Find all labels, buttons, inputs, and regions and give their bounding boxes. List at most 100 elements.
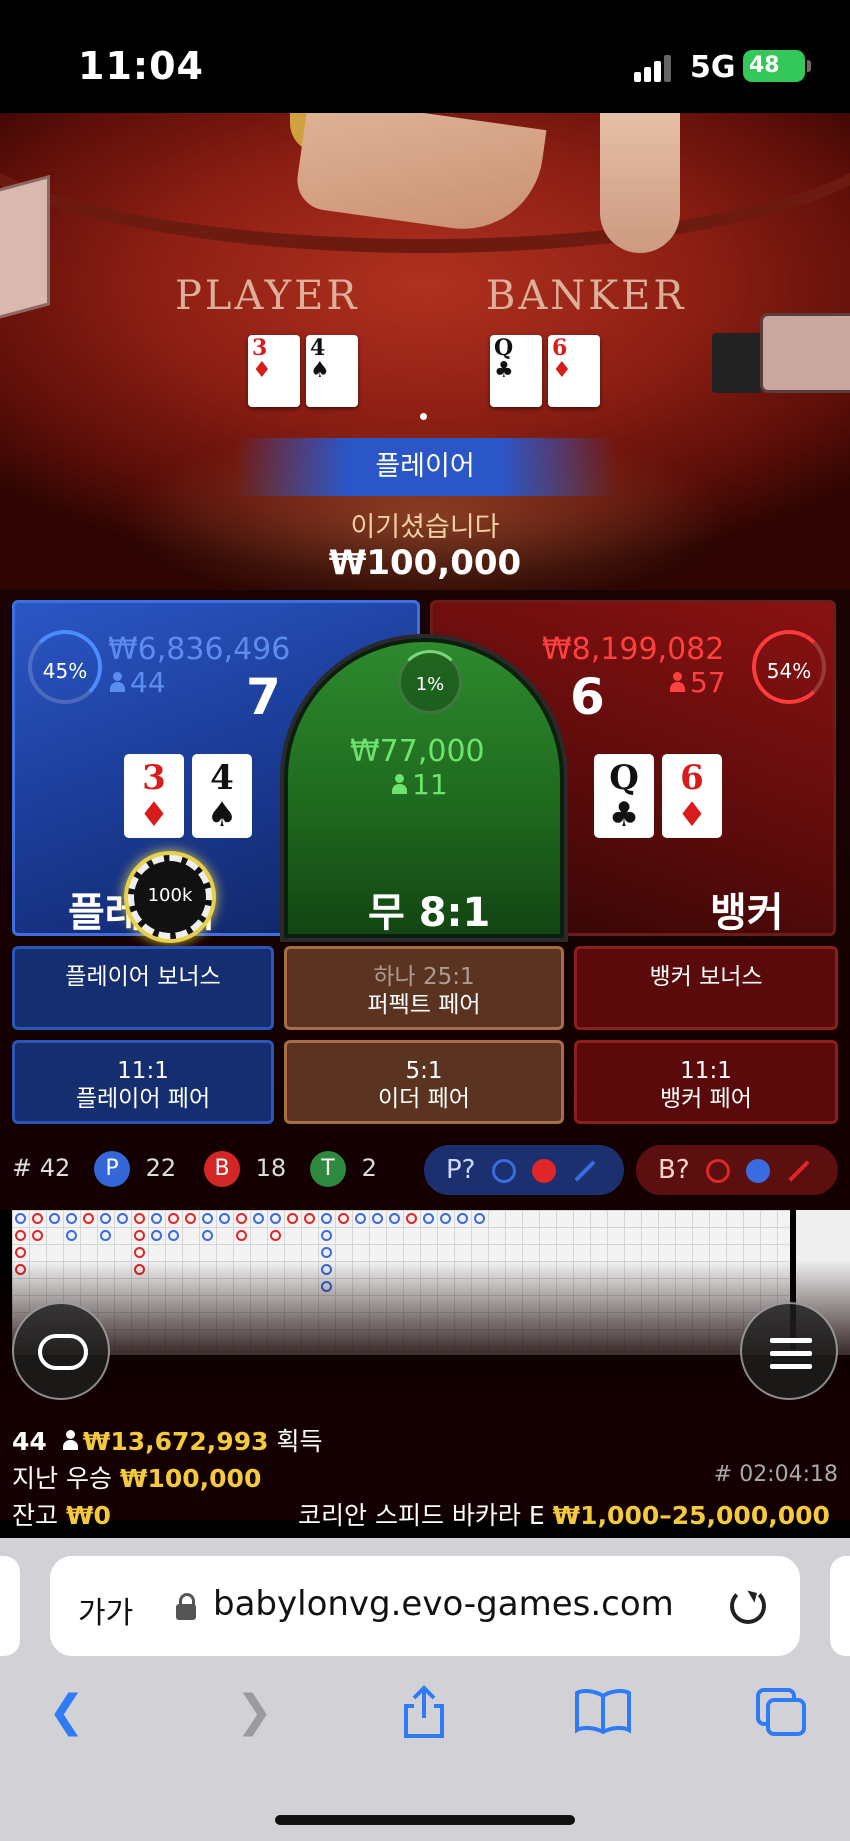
banker-predict-button[interactable]: B?: [636, 1145, 838, 1195]
player-card-1: 3 ♦: [124, 754, 184, 838]
tie-percent-ring: 1%: [398, 650, 462, 714]
back-icon[interactable]: ❮: [48, 1686, 85, 1737]
perfect-pair-label: 퍼펙트 페어: [367, 992, 481, 1018]
player-predict-button[interactable]: P?: [424, 1145, 624, 1195]
banker-score: 6: [570, 668, 605, 726]
either-pair-label: 이더 페어: [378, 1086, 470, 1112]
perfect-pair-odds: 하나 25:1: [373, 964, 475, 990]
app-root: 11:04 5G 48 PLAYER BANKER 3 ♦ 4 ♠ Q ♣ 6 ♦ 플레…: [0, 0, 850, 1841]
bead-road-mark: [49, 1213, 60, 1224]
bead-road-mark: [440, 1213, 451, 1224]
predict-small-road-icon: [532, 1158, 557, 1183]
network-label: 5G: [690, 50, 736, 85]
bead-road-mark: [151, 1213, 162, 1224]
url-text[interactable]: babylonvg.evo-games.com: [213, 1584, 674, 1624]
table-card-player-2: 4 ♠: [306, 335, 358, 407]
card-shoe-dark: [712, 333, 762, 393]
bead-road-mark: [100, 1213, 111, 1224]
chat-icon: [38, 1334, 88, 1370]
banker-bettors: 57: [670, 666, 726, 699]
banker-percent-ring: 54%: [752, 630, 826, 704]
bead-road-mark: [202, 1230, 213, 1241]
person-icon: [110, 672, 125, 692]
table-limits-line[interactable]: 코리안 스피드 바카라 E ₩1,000–25,000,000: [298, 1496, 830, 1532]
table-card-player-1: 3 ♦: [248, 335, 300, 407]
player-total-bet: ₩6,836,496: [108, 632, 291, 667]
tie-wins-stat: T 2: [310, 1148, 377, 1188]
menu-button[interactable]: [740, 1302, 838, 1400]
reload-icon[interactable]: [730, 1588, 766, 1624]
player-score: 7: [246, 668, 281, 726]
round-count: # 42: [12, 1154, 71, 1182]
bead-road-mark: [338, 1213, 349, 1224]
banker-table-title: BANKER: [486, 273, 687, 319]
bead-road-mark: [66, 1213, 77, 1224]
bead-road-mark: [406, 1213, 417, 1224]
player-bettors: 44: [110, 666, 166, 699]
bead-road-mark: [321, 1213, 332, 1224]
bead-road-mark: [15, 1230, 26, 1241]
bead-road-mark: [236, 1230, 247, 1241]
either-pair-button[interactable]: 5:1 이더 페어: [284, 1040, 564, 1124]
banker-pair-label: 뱅커 페어: [660, 1086, 752, 1112]
predict-cockroach-icon: [574, 1159, 596, 1182]
bead-road-mark: [32, 1213, 43, 1224]
bead-road-mark: [15, 1213, 26, 1224]
banker-card-2: 6 ♦: [662, 754, 722, 838]
bead-road-mark: [287, 1213, 298, 1224]
person-icon: [670, 672, 685, 692]
chat-button[interactable]: [12, 1302, 110, 1400]
tabs-icon[interactable]: [754, 1686, 808, 1749]
perfect-pair-button[interactable]: 하나 25:1 퍼펙트 페어: [284, 946, 564, 1030]
tie-total-bet: ₩77,000: [350, 734, 485, 769]
player-pair-button[interactable]: 11:1 플레이어 페어: [12, 1040, 274, 1124]
bead-road-mark: [389, 1213, 400, 1224]
bead-road-mark: [134, 1247, 145, 1258]
bead-road-mark: [253, 1213, 264, 1224]
bead-road-mark: [134, 1213, 145, 1224]
player-percent-ring: 45%: [28, 630, 102, 704]
bookmarks-icon[interactable]: [574, 1688, 632, 1745]
person-icon: [62, 1430, 78, 1450]
bead-road-mark: [185, 1213, 196, 1224]
bead-road-mark: [270, 1230, 281, 1241]
dealer-arm-right: [600, 113, 680, 253]
status-bar: 11:04 5G 48: [0, 0, 850, 113]
safari-toolbar: 가가 babylonvg.evo-games.com ❮ ❯: [0, 1538, 850, 1841]
reader-options-button[interactable]: 가가: [78, 1588, 133, 1632]
bead-road-mark: [304, 1213, 315, 1224]
player-bonus-button[interactable]: 플레이어 보너스: [12, 946, 274, 1030]
banker-bonus-button[interactable]: 뱅커 보너스: [574, 946, 838, 1030]
winner-banner: 플레이어: [235, 438, 615, 496]
forward-icon[interactable]: ❯: [236, 1686, 273, 1737]
balance-line: 잔고 ₩0: [12, 1501, 111, 1530]
bead-road-mark: [270, 1213, 281, 1224]
share-icon[interactable]: [400, 1684, 448, 1751]
address-bar[interactable]: 가가 babylonvg.evo-games.com: [50, 1556, 800, 1656]
tie-bet-label: 무 8:1: [368, 890, 491, 936]
table-card-banker-2: 6 ♦: [548, 335, 600, 407]
card-shoe: [760, 313, 850, 393]
placed-chip[interactable]: 100k: [128, 855, 212, 939]
bead-road-mark: [355, 1213, 366, 1224]
banker-wins-stat: B 18: [204, 1148, 286, 1188]
bead-road-mark: [32, 1230, 43, 1241]
player-table-title: PLAYER: [175, 273, 360, 319]
predict-cockroach-icon: [788, 1159, 811, 1182]
signal-icon: [634, 54, 676, 82]
bead-road-mark: [219, 1213, 230, 1224]
win-amount: ₩100,000: [328, 543, 522, 583]
predict-small-road-icon: [746, 1158, 771, 1183]
banker-pair-odds: 11:1: [680, 1058, 732, 1084]
banker-pair-button[interactable]: 11:1 뱅커 페어: [574, 1040, 838, 1124]
home-indicator: [275, 1815, 575, 1825]
bead-road-mark: [321, 1230, 332, 1241]
bead-road-mark: [202, 1213, 213, 1224]
next-tab-peek[interactable]: [830, 1556, 850, 1656]
predict-big-road-icon: [705, 1158, 730, 1183]
person-icon: [392, 774, 407, 794]
bead-road-mark: [66, 1230, 77, 1241]
prev-tab-peek[interactable]: [0, 1556, 20, 1656]
player-card-2: 4 ♠: [192, 754, 252, 838]
discard-tray: [0, 174, 50, 322]
